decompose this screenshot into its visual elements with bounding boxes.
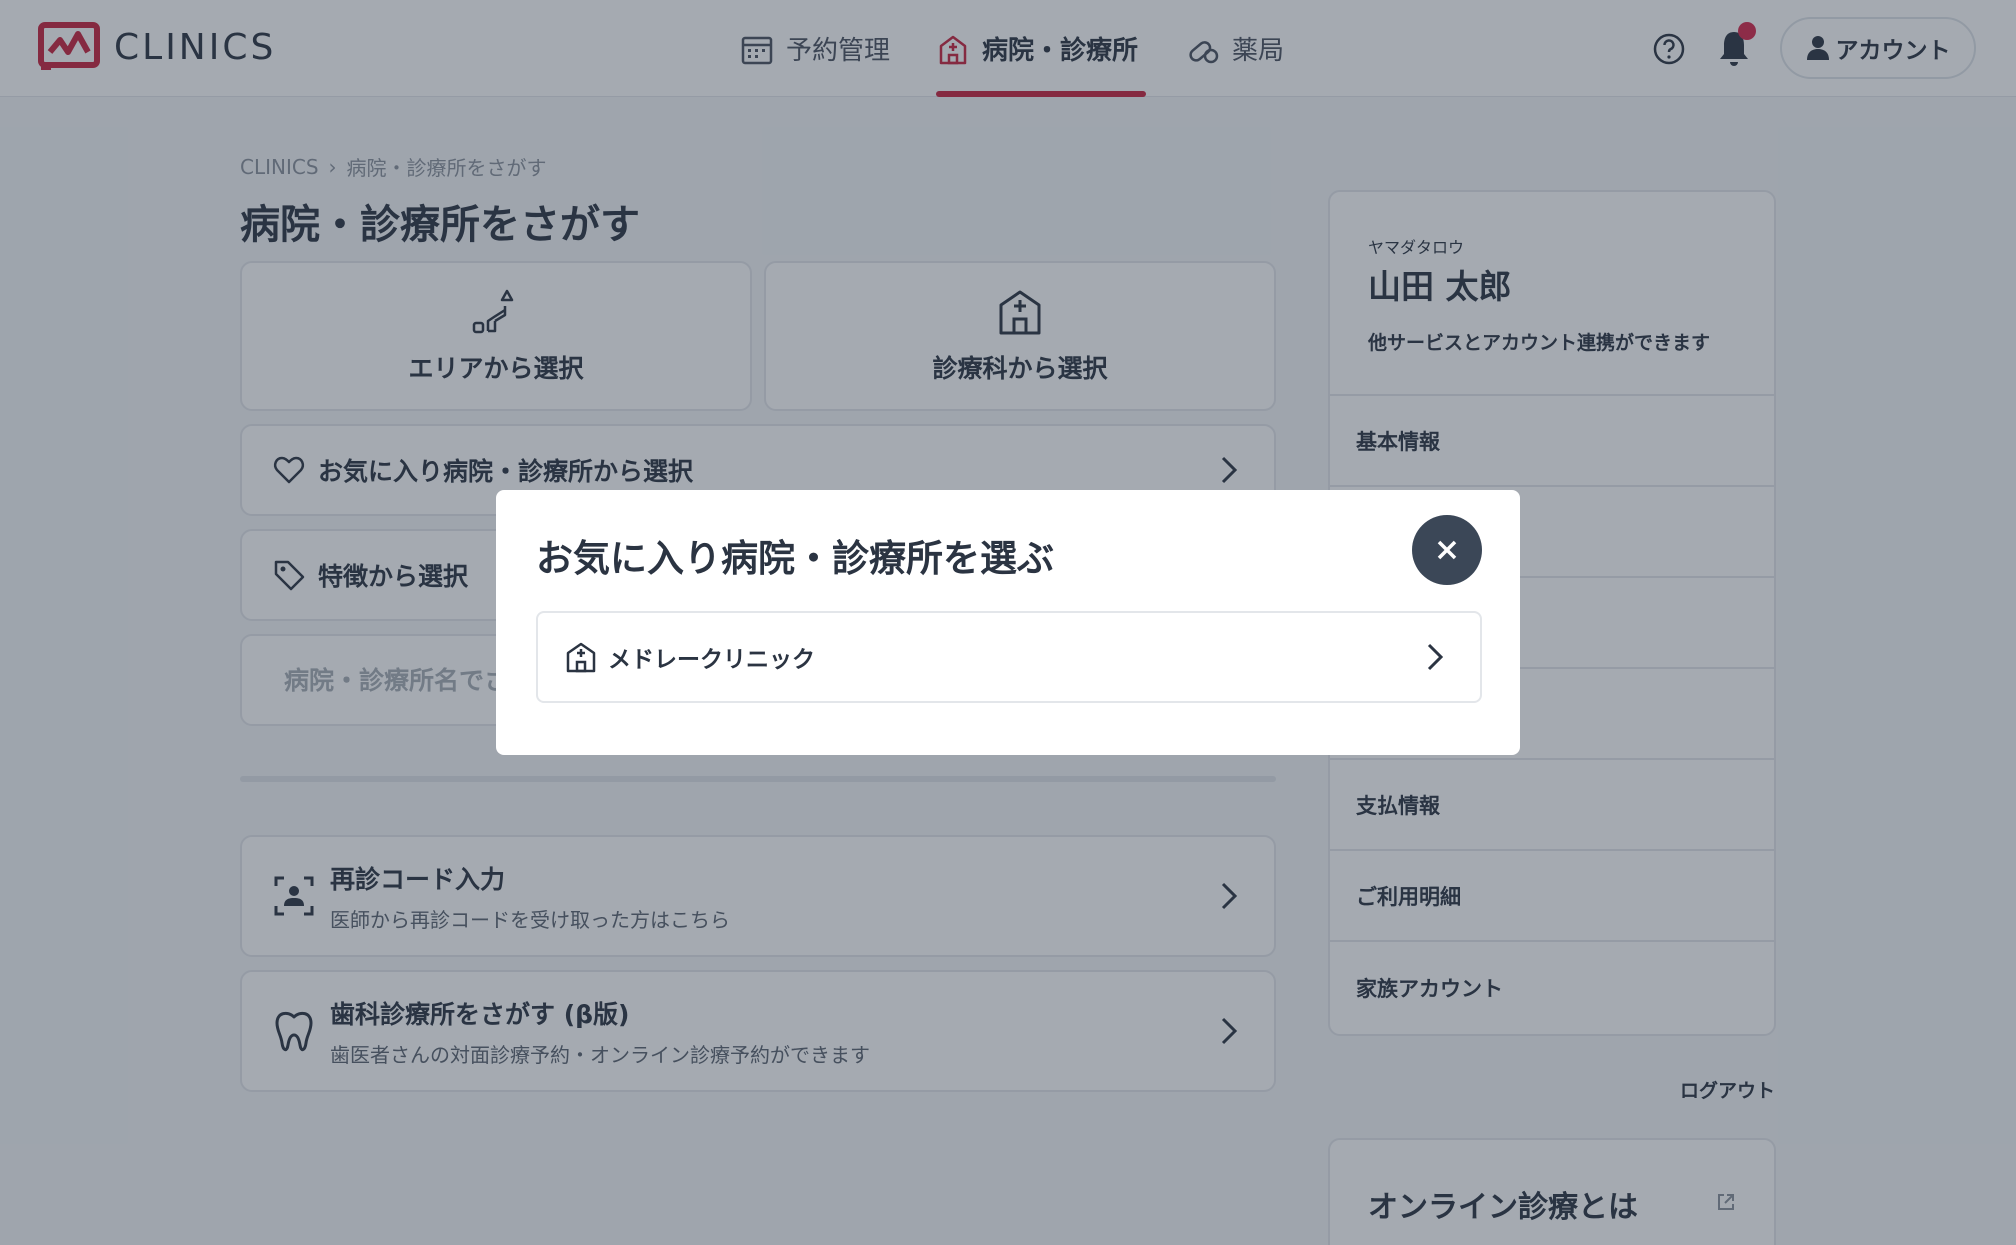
close-button[interactable] xyxy=(1412,515,1482,585)
favorite-clinic-item[interactable]: メドレークリニック xyxy=(536,611,1482,703)
favorites-modal: お気に入り病院・診療所を選ぶ メドレークリニック xyxy=(496,490,1520,755)
close-icon xyxy=(1437,540,1457,560)
chevron-right-icon xyxy=(1427,643,1444,671)
hospital-icon xyxy=(566,642,596,673)
modal-title: お気に入り病院・診療所を選ぶ xyxy=(536,537,1054,580)
favorite-clinic-name: メドレークリニック xyxy=(608,647,815,673)
